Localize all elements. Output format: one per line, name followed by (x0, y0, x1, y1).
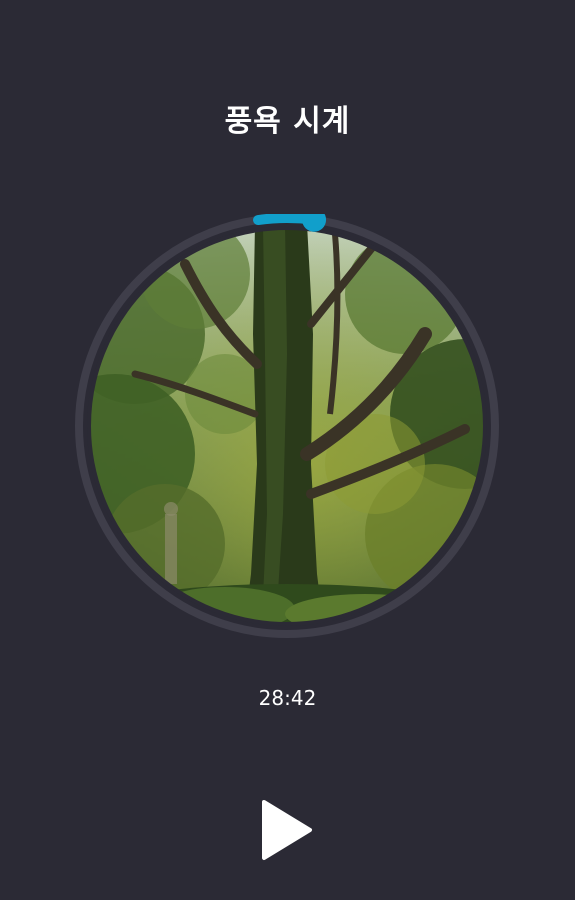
timer-dial-graphic (75, 214, 499, 638)
play-icon (262, 800, 312, 860)
play-button[interactable] (252, 796, 320, 864)
time-remaining: 28:42 (258, 686, 317, 710)
page-title: 풍욕 시계 (224, 104, 351, 139)
app-screen: 풍욕 시계 28:42 (0, 0, 575, 900)
timer-dial (75, 214, 499, 638)
